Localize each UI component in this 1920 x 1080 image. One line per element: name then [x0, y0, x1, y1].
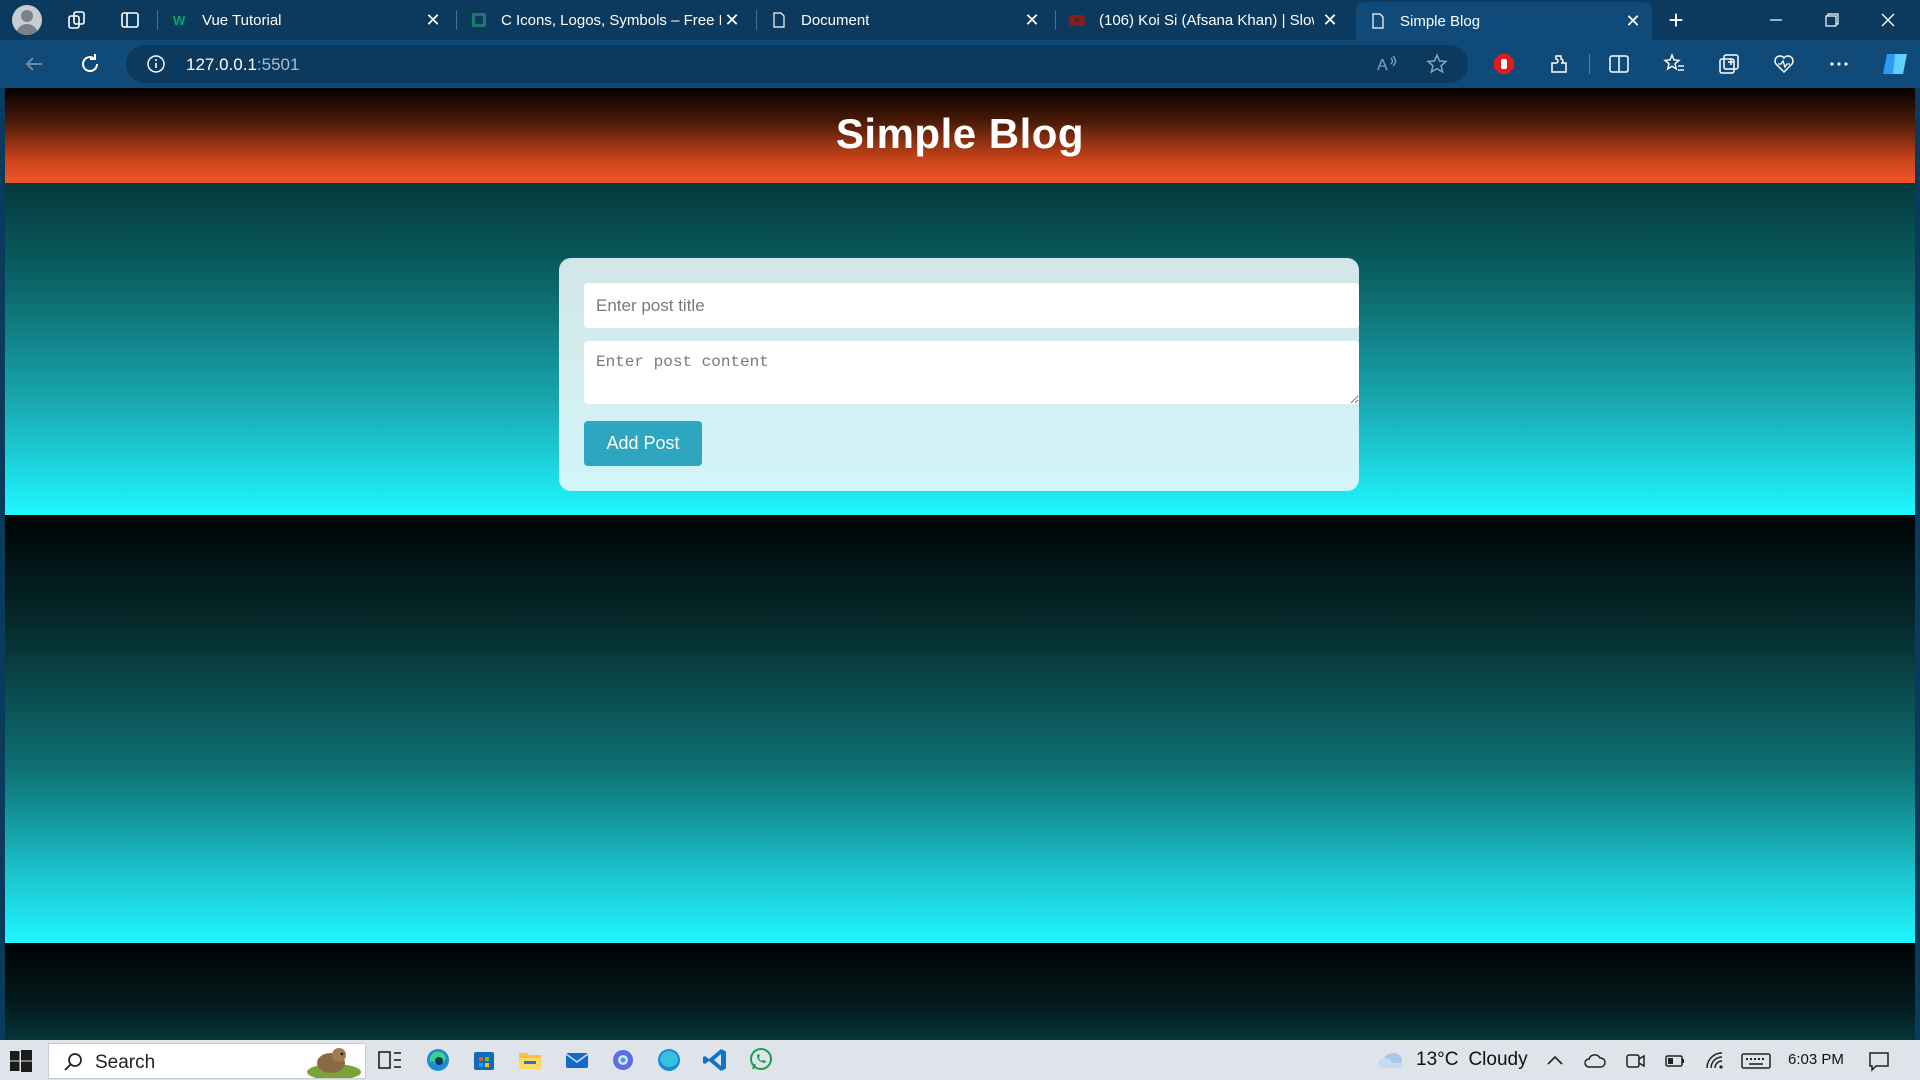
tab-label: C Icons, Logos, Symbols – Free D	[501, 11, 721, 29]
file-explorer-icon[interactable]	[516, 1046, 544, 1074]
whatsapp-icon[interactable]	[747, 1046, 775, 1074]
url-text[interactable]: 127.0.0.1:5501	[186, 55, 299, 75]
tab-separator	[756, 10, 757, 30]
meet-now-icon[interactable]	[1624, 1050, 1646, 1072]
tab-iconscout[interactable]: C Icons, Logos, Symbols – Free D ✕	[471, 0, 751, 40]
tab-label: Vue Tutorial	[202, 11, 282, 29]
svg-text:W: W	[173, 13, 186, 28]
tab-separator	[1055, 10, 1056, 30]
svg-text:A: A	[1377, 57, 1388, 74]
post-content-textarea[interactable]	[584, 341, 1359, 404]
tab-separator	[456, 10, 457, 30]
tab-label: Document	[801, 11, 870, 29]
page-title: Simple Blog	[835, 110, 1085, 157]
task-view-icon[interactable]	[376, 1046, 404, 1074]
workspaces-icon[interactable]	[66, 9, 88, 31]
browser-toolbar: 127.0.0.1:5501 A	[0, 40, 1920, 88]
microsoft-store-icon[interactable]	[470, 1046, 498, 1074]
posts-section-background	[5, 515, 1915, 943]
edge-icon[interactable]	[424, 1046, 452, 1074]
favorite-star-icon[interactable]	[1425, 52, 1449, 76]
search-icon	[64, 1053, 82, 1071]
toolbar-separator	[1589, 54, 1590, 74]
battery-icon[interactable]	[1664, 1050, 1686, 1072]
close-tab-icon[interactable]: ✕	[723, 11, 741, 29]
browser-essentials-icon[interactable]	[1772, 52, 1796, 76]
weather-temperature: 13°C	[1416, 1049, 1459, 1070]
notifications-icon[interactable]	[1868, 1050, 1890, 1072]
extensions-icon[interactable]	[1547, 52, 1571, 76]
keyboard-icon[interactable]	[1741, 1050, 1771, 1072]
refresh-icon[interactable]	[78, 52, 102, 76]
close-tab-icon[interactable]: ✕	[1023, 11, 1041, 29]
browser-title-bar: W Vue Tutorial ✕ C Icons, Logos, Symbols…	[0, 0, 1920, 40]
url-port: :5501	[256, 55, 300, 74]
close-tab-icon[interactable]: ✕	[424, 11, 442, 29]
plus-icon: +	[1668, 4, 1684, 35]
adblock-extension-icon[interactable]	[1492, 52, 1516, 76]
tab-actions-icon[interactable]	[119, 9, 141, 31]
search-highlight-icon	[307, 1048, 361, 1078]
restore-button[interactable]	[1804, 0, 1860, 40]
url-host: 127.0.0.1	[186, 55, 257, 74]
form-section-background: Add Post	[5, 183, 1915, 515]
page-icon	[1372, 13, 1384, 29]
tab-youtube[interactable]: (106) Koi Si (Afsana Khan) | Slowe ✕	[1069, 0, 1349, 40]
youtube-icon	[1069, 15, 1085, 26]
taskbar-search-box[interactable]: Search	[48, 1043, 366, 1079]
add-post-button[interactable]: Add Post	[584, 421, 702, 466]
address-bar[interactable]: 127.0.0.1:5501 A	[126, 45, 1468, 83]
close-window-button[interactable]	[1860, 0, 1916, 40]
mail-icon[interactable]	[563, 1046, 591, 1074]
wifi-icon[interactable]	[1704, 1050, 1726, 1072]
post-title-input[interactable]	[584, 283, 1359, 328]
taskbar-clock[interactable]: 6:03 PM	[1788, 1051, 1844, 1068]
onedrive-cloud-icon[interactable]	[1584, 1050, 1606, 1072]
profile-avatar-icon[interactable]	[12, 5, 42, 35]
read-aloud-icon[interactable]: A	[1375, 52, 1399, 76]
windows-start-icon[interactable]	[10, 1050, 32, 1072]
tab-label: (106) Koi Si (Afsana Khan) | Slowe	[1099, 11, 1314, 29]
split-screen-icon[interactable]	[1607, 52, 1631, 76]
site-header: Simple Blog	[5, 88, 1915, 183]
close-icon	[1881, 13, 1895, 27]
windows-taskbar: Search 13°C Cloudy 6:03 PM	[0, 1040, 1920, 1080]
page-icon	[773, 12, 785, 28]
photos-icon[interactable]	[609, 1046, 637, 1074]
page-footer-band	[5, 943, 1915, 1040]
w3schools-icon: W	[173, 13, 186, 28]
minimize-button[interactable]	[1748, 0, 1804, 40]
back-arrow-icon[interactable]	[22, 52, 46, 76]
tab-separator	[157, 10, 158, 30]
page-viewport: Simple Blog Add Post	[5, 88, 1915, 1040]
info-icon[interactable]	[146, 54, 166, 74]
more-options-icon[interactable]	[1827, 52, 1851, 76]
weather-widget[interactable]: 13°C Cloudy	[1416, 1040, 1528, 1080]
tab-document[interactable]: Document ✕	[771, 0, 1051, 40]
new-tab-button[interactable]: +	[1664, 0, 1688, 40]
search-label: Search	[95, 1052, 156, 1073]
post-form-card: Add Post	[559, 258, 1359, 491]
favorites-icon[interactable]	[1662, 52, 1686, 76]
chevron-up-icon[interactable]	[1544, 1050, 1566, 1072]
iconscout-icon	[472, 13, 486, 27]
collections-icon[interactable]	[1717, 52, 1741, 76]
restore-icon	[1825, 13, 1839, 27]
tab-label: Simple Blog	[1400, 12, 1481, 30]
close-tab-icon[interactable]: ✕	[1321, 11, 1339, 29]
tab-vue-tutorial[interactable]: W Vue Tutorial ✕	[172, 0, 452, 40]
edge-dev-icon[interactable]	[655, 1046, 683, 1074]
copilot-icon[interactable]	[1881, 50, 1909, 78]
cloudy-weather-icon[interactable]	[1376, 1049, 1406, 1071]
weather-condition: Cloudy	[1468, 1049, 1528, 1070]
close-tab-icon[interactable]: ✕	[1624, 12, 1642, 30]
minimize-icon	[1770, 19, 1782, 21]
tab-simple-blog[interactable]: Simple Blog ✕	[1356, 2, 1652, 40]
vscode-icon[interactable]	[701, 1046, 729, 1074]
